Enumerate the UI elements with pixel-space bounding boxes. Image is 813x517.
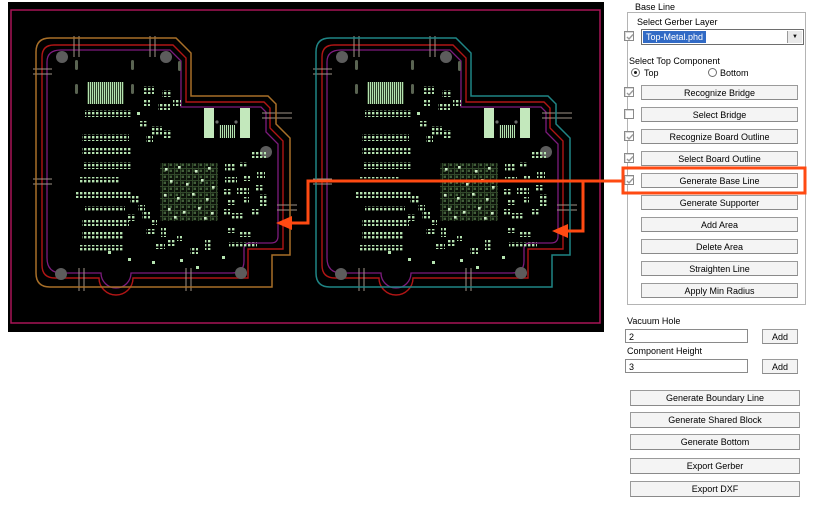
generate-shared-block-button[interactable]: Generate Shared Block [630, 412, 800, 428]
check-icon [626, 34, 634, 41]
delete-area-button[interactable]: Delete Area [641, 239, 798, 254]
radio-top-label[interactable]: Top [644, 68, 659, 78]
chevron-down-icon: ▼ [792, 34, 798, 40]
check-icon [626, 156, 634, 163]
radio-top[interactable] [631, 68, 640, 77]
vacuum-hole-input[interactable] [625, 329, 748, 343]
apply-min-radius-button[interactable]: Apply Min Radius [641, 283, 798, 298]
component-height-input[interactable] [625, 359, 748, 373]
check-icon [626, 178, 634, 185]
check-icon [626, 90, 634, 97]
vacuum-hole-add-button[interactable]: Add [762, 329, 798, 344]
vacuum-hole-label: Vacuum Hole [627, 316, 681, 326]
gerber-layer-checkbox[interactable] [624, 31, 634, 41]
gerber-layer-dropdown[interactable]: Top-Metal.phd ▼ [641, 29, 804, 45]
select-board-outline-button[interactable]: Select Board Outline [641, 151, 798, 166]
radio-bottom[interactable] [708, 68, 717, 77]
recognize-board-outline-checkbox[interactable] [624, 131, 634, 141]
radio-bottom-label[interactable]: Bottom [720, 68, 749, 78]
add-area-button[interactable]: Add Area [641, 217, 798, 232]
recognize-board-outline-button[interactable]: Recognize Board Outline [641, 129, 798, 144]
select-bridge-button[interactable]: Select Bridge [641, 107, 798, 122]
select-board-outline-checkbox[interactable] [624, 153, 634, 163]
generate-boundary-line-button[interactable]: Generate Boundary Line [630, 390, 800, 406]
recognize-bridge-checkbox[interactable] [624, 87, 634, 97]
export-gerber-button[interactable]: Export Gerber [630, 458, 800, 474]
export-dxf-button[interactable]: Export DXF [630, 481, 800, 497]
component-height-add-button[interactable]: Add [762, 359, 798, 374]
straighten-line-button[interactable]: Straighten Line [641, 261, 798, 276]
gerber-viewport[interactable] [0, 0, 620, 345]
gerber-layer-value: Top-Metal.phd [643, 31, 707, 43]
group-title: Base Line [632, 2, 679, 12]
component-height-label: Component Height [627, 346, 703, 356]
generate-base-line-button[interactable]: Generate Base Line [641, 173, 798, 188]
select-top-component-label: Select Top Component [629, 56, 720, 66]
generate-supporter-button[interactable]: Generate Supporter [641, 195, 798, 210]
check-icon [626, 134, 634, 141]
control-panel: Base Line Select Gerber Layer Top-Metal.… [620, 0, 813, 517]
select-gerber-layer-label: Select Gerber Layer [637, 17, 718, 27]
dropdown-button[interactable]: ▼ [787, 31, 802, 43]
select-bridge-checkbox[interactable] [624, 109, 634, 119]
recognize-bridge-button[interactable]: Recognize Bridge [641, 85, 798, 100]
generate-bottom-button[interactable]: Generate Bottom [630, 434, 800, 450]
generate-base-line-checkbox[interactable] [624, 175, 634, 185]
